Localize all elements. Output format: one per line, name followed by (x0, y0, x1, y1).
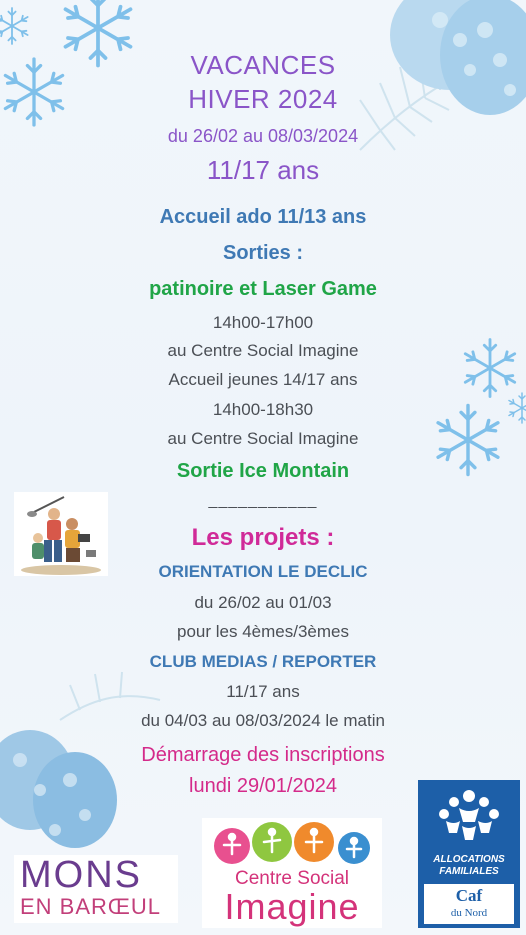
caf-region: du Nord (450, 907, 488, 919)
mons-logo-text: MONS (20, 854, 142, 896)
people-circles-icon (214, 822, 370, 864)
centre-social-imagine-logo: Centre Social Imagine (202, 818, 382, 928)
age-range: 11/17 ans (206, 155, 320, 185)
caf-logo: ALLOCATIONS FAMILIALES Caf du Nord (418, 780, 520, 928)
project-1-name: ORIENTATION LE DECLIC (158, 562, 368, 581)
project-2-age: 11/17 ans (226, 682, 300, 701)
project-2-dates: du 04/03 au 08/03/2024 le matin (141, 711, 385, 730)
caf-name-box: Caf du Nord (424, 884, 514, 924)
title-line-1: VACANCES (190, 50, 336, 80)
snowflake-icon (0, 7, 29, 45)
sorties-heading: Sorties : (222, 242, 304, 264)
mons-en-baroeul-logo: MONS EN BARŒUL (14, 855, 178, 923)
accueil-ado-heading: Accueil ado 11/13 ans (159, 206, 367, 228)
sorties-detail: patinoire et Laser Game (149, 278, 377, 300)
project-2-name: CLUB MEDIAS / REPORTER (149, 652, 377, 671)
caf-text-line-1: ALLOCATIONS (433, 854, 505, 865)
inscriptions-line-1: Démarrage des inscriptions (141, 744, 385, 766)
projects-heading: Les projets : (191, 524, 335, 551)
location-2: au Centre Social Imagine (167, 429, 359, 448)
dates-text: du 26/02 au 08/03/2024 (167, 126, 359, 146)
location-1: au Centre Social Imagine (167, 341, 359, 360)
project-1-audience: pour les 4èmes/3èmes (177, 622, 349, 641)
time-slot-2: 14h00-18h30 (212, 400, 314, 419)
caf-text-line-2: FAMILIALES (439, 866, 499, 877)
project-1-dates: du 26/02 au 01/03 (194, 593, 332, 612)
mons-logo-subtext: EN BARŒUL (20, 894, 162, 919)
centre-logo-line-2: Imagine (224, 886, 360, 927)
title-line-2: HIVER 2024 (188, 84, 338, 114)
sortie-ice-heading: Sortie Ice Montain (176, 460, 350, 482)
caf-name: Caf (455, 886, 483, 905)
time-slot-1: 14h00-17h00 (212, 313, 314, 332)
accueil-jeunes-text: Accueil jeunes 14/17 ans (168, 370, 358, 389)
caf-family-icon (439, 790, 499, 840)
